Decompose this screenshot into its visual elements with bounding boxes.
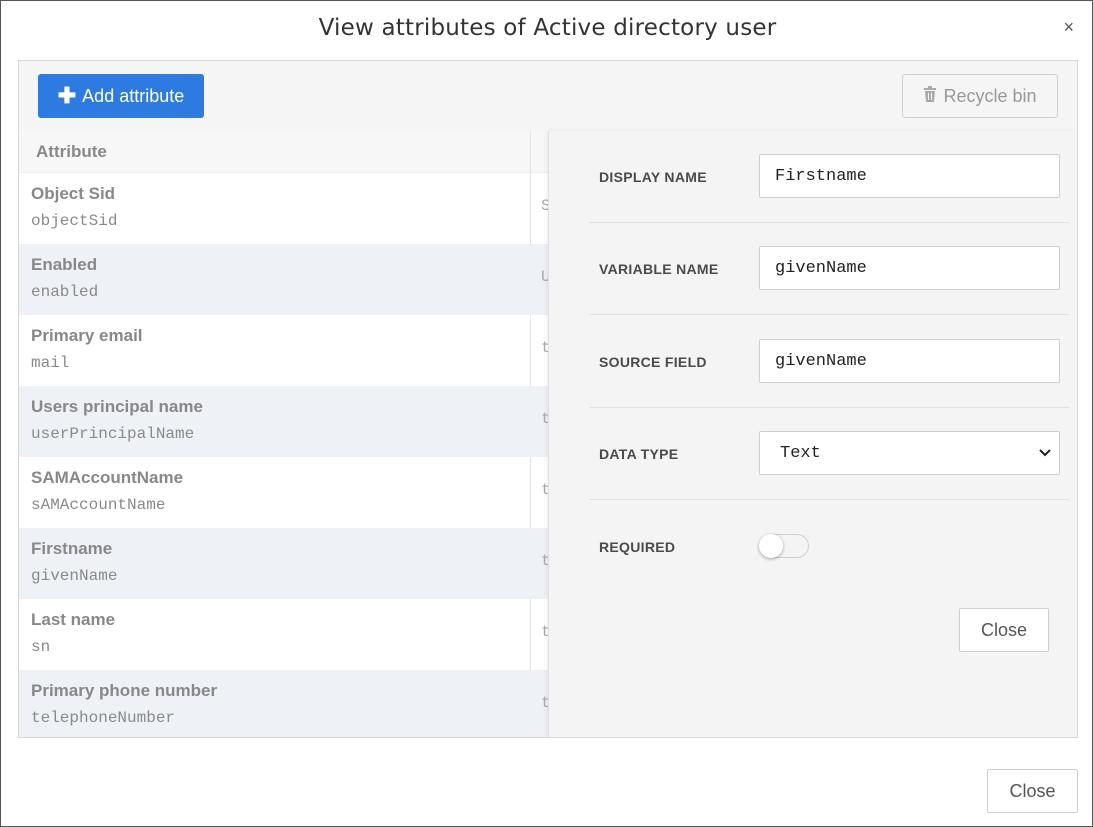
source-field-label: SOURCE FIELD: [599, 354, 707, 370]
source-field-input[interactable]: givenName: [759, 339, 1060, 383]
data-type-label: DATA TYPE: [599, 446, 679, 462]
column-header-attribute: Attribute: [36, 141, 107, 161]
toolbar: ✚ Add attribute Recycle bin: [19, 61, 1077, 131]
add-attribute-button[interactable]: ✚ Add attribute: [38, 74, 204, 118]
required-row: REQUIRED: [589, 501, 1069, 593]
modal-title: View attributes of Active directory user: [318, 15, 777, 41]
plus-icon: ✚: [57, 83, 77, 108]
table-body: Object Sid objectSid S Enabled enabled U Prima…: [19, 173, 551, 737]
attribute-name: Enabled: [31, 255, 98, 274]
attribute-variable: enabled: [31, 283, 99, 301]
data-type-select[interactable]: Text: [759, 431, 1060, 475]
table-row[interactable]: Enabled enabled U: [19, 244, 551, 315]
trash-icon: [923, 85, 937, 107]
attribute-variable: mail: [31, 354, 70, 372]
attributes-table: Attribute Object Sid objectSid S Enabled ena…: [19, 131, 551, 737]
table-header: Attribute: [19, 131, 549, 173]
table-row[interactable]: Users principal name userPrincipalName t: [19, 386, 551, 457]
attribute-detail-panel: DISPLAY NAME Firstname VARIABLE NAME giv…: [548, 131, 1077, 737]
display-name-row: DISPLAY NAME Firstname: [589, 131, 1069, 223]
table-row[interactable]: Firstname givenName t: [19, 528, 551, 599]
attribute-name: Firstname: [31, 539, 113, 558]
table-row[interactable]: Primary email mail t: [19, 315, 551, 386]
recycle-bin-button[interactable]: Recycle bin: [902, 74, 1058, 118]
close-icon[interactable]: ×: [1063, 17, 1074, 37]
attribute-name: Primary email: [31, 326, 143, 345]
display-name-label: DISPLAY NAME: [599, 169, 707, 185]
attributes-panel: ✚ Add attribute Recycle bin Attribute Ob…: [18, 60, 1078, 738]
add-attribute-label: Add attribute: [82, 85, 185, 106]
table-row[interactable]: Object Sid objectSid S: [19, 173, 551, 244]
detail-close-button[interactable]: Close: [959, 608, 1049, 652]
variable-name-label: VARIABLE NAME: [599, 261, 719, 277]
required-label: REQUIRED: [599, 539, 676, 555]
variable-name-input[interactable]: givenName: [759, 246, 1060, 290]
data-type-row: DATA TYPE Text: [589, 408, 1069, 500]
table-row[interactable]: Primary phone number telephoneNumber t: [19, 670, 551, 737]
data-type-value: Text: [780, 443, 821, 463]
source-field-row: SOURCE FIELD givenName: [589, 316, 1069, 408]
required-toggle[interactable]: [759, 534, 809, 558]
attribute-variable: givenName: [31, 567, 118, 585]
attribute-name: Users principal name: [31, 397, 203, 416]
attribute-variable: telephoneNumber: [31, 709, 176, 727]
attribute-variable: sn: [31, 638, 51, 656]
attribute-variable: userPrincipalName: [31, 425, 195, 443]
attributes-modal: View attributes of Active directory user…: [0, 0, 1093, 827]
table-row[interactable]: Last name sn t: [19, 599, 551, 670]
toggle-knob: [759, 534, 783, 558]
attribute-name: Object Sid: [31, 184, 116, 203]
display-name-input[interactable]: Firstname: [759, 154, 1060, 198]
attribute-variable: objectSid: [31, 212, 118, 230]
chevron-down-icon: [1039, 449, 1051, 457]
attribute-name: Primary phone number: [31, 681, 218, 700]
variable-name-row: VARIABLE NAME givenName: [589, 223, 1069, 315]
attribute-name: SAMAccountName: [31, 468, 184, 487]
table-row[interactable]: SAMAccountName sAMAccountName t: [19, 457, 551, 528]
attribute-name: Last name: [31, 610, 116, 629]
modal-close-button[interactable]: Close: [987, 769, 1078, 813]
attribute-variable: sAMAccountName: [31, 496, 166, 514]
recycle-bin-label: Recycle bin: [943, 85, 1037, 106]
